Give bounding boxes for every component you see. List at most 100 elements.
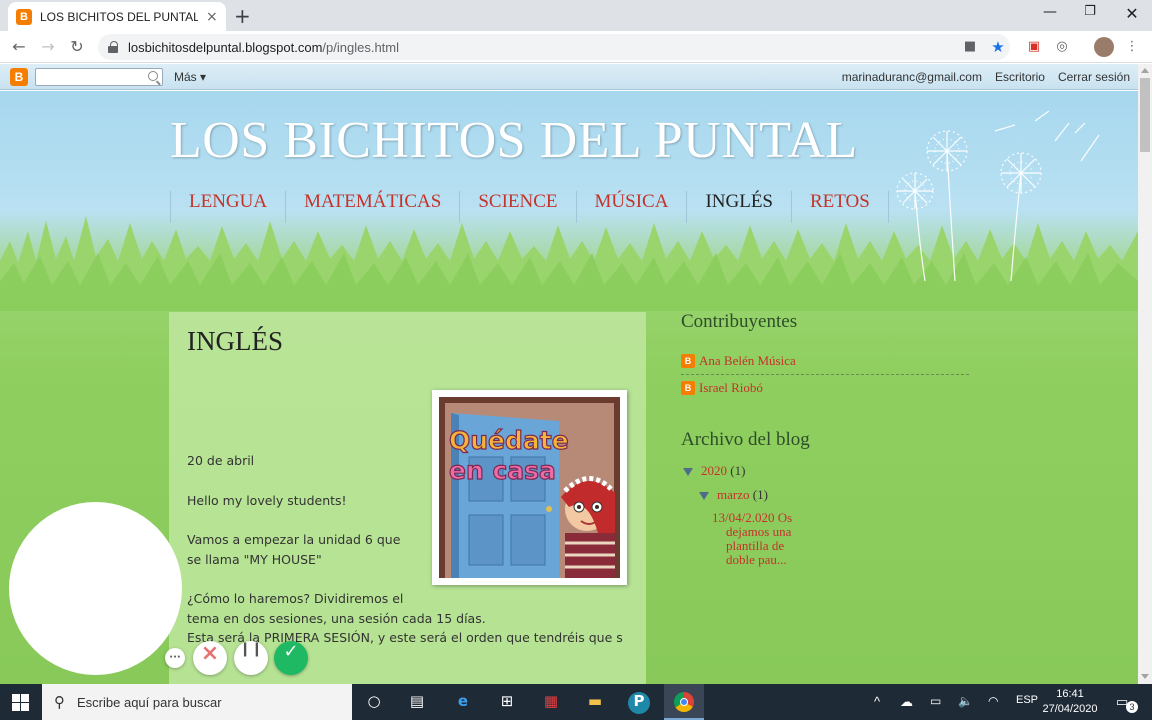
- blogger-profile-icon: B: [681, 353, 695, 368]
- recorder-done-button[interactable]: ✓: [274, 641, 308, 675]
- lock-icon: [108, 41, 118, 53]
- wifi-icon[interactable]: ◠: [988, 694, 998, 708]
- expand-triangle-icon[interactable]: [699, 492, 709, 501]
- url-path: /p/ingles.html: [322, 39, 399, 55]
- tray-expand-icon[interactable]: ^: [874, 694, 880, 709]
- archive-entry-line[interactable]: dejamos una: [712, 525, 822, 539]
- chrome-taskbar-button[interactable]: [664, 684, 704, 720]
- contributors-heading: Contribuyentes: [681, 311, 798, 332]
- webcam-bubble[interactable]: [9, 502, 182, 675]
- battery-icon[interactable]: ▭: [930, 694, 941, 708]
- tab-musica[interactable]: MÚSICA: [575, 191, 687, 223]
- extension-save-icon[interactable]: ▣: [1026, 39, 1042, 55]
- store-icon[interactable]: ⊞: [496, 692, 518, 714]
- minimize-icon[interactable]: —: [1040, 4, 1060, 24]
- notification-count-badge: 3: [1126, 701, 1138, 713]
- archive-entry-line[interactable]: 13/04/2.020 Os: [712, 511, 822, 525]
- blogger-logo-icon[interactable]: B: [10, 68, 28, 86]
- post-paragraph-unit: Vamos a empezar la unidad 6 que se llama…: [187, 532, 401, 567]
- restore-icon[interactable]: ❐: [1080, 4, 1100, 24]
- scroll-down-arrow-icon[interactable]: [1141, 674, 1149, 679]
- archive-month-count: (1): [752, 487, 768, 502]
- blog-search-input[interactable]: [35, 68, 163, 86]
- browser-tab[interactable]: B LOS BICHITOS DEL PUNTAL: INGLÉS ×: [8, 2, 226, 31]
- scroll-thumb[interactable]: [1140, 78, 1150, 152]
- post-greeting: Hello my lovely students!: [187, 492, 347, 508]
- archive-year[interactable]: 2020 (1): [683, 463, 971, 479]
- archive-year-link[interactable]: 2020: [701, 463, 727, 478]
- desk-link[interactable]: Escritorio: [995, 70, 1045, 84]
- reload-icon[interactable]: ↻: [66, 36, 88, 58]
- browser-toolbar: ← → ↻ losbichitosdelpuntal.blogspot.com …: [0, 31, 1152, 63]
- archive-month-link[interactable]: marzo: [717, 487, 749, 502]
- sidebar: Contribuyentes B Ana Belén Música B Isra…: [681, 311, 971, 567]
- post-plan-line-2: tema en dos sesiones, una sesión cada 15…: [187, 610, 486, 626]
- windows-taskbar: ⚲ Escribe aquí para buscar ○ ▤ e ⊞ ▦ ▬ P…: [0, 684, 1152, 720]
- tab-ingles[interactable]: INGLÉS: [686, 191, 791, 223]
- address-bar[interactable]: losbichitosdelpuntal.blogspot.com /p/ing…: [98, 34, 1010, 60]
- bookmark-star-icon[interactable]: ★: [990, 39, 1006, 55]
- chrome-icon: [674, 692, 694, 712]
- profile-avatar[interactable]: [1094, 37, 1114, 57]
- tab-retos[interactable]: RETOS: [791, 191, 889, 223]
- blog-title[interactable]: LOS BICHITOS DEL PUNTAL: [170, 111, 858, 170]
- archive-entry-line[interactable]: doble pau...: [712, 553, 822, 567]
- tab-close-icon[interactable]: ×: [206, 9, 218, 25]
- taskbar-search-placeholder: Escribe aquí para buscar: [77, 694, 222, 710]
- recorder-pause-button[interactable]: ❙❙: [234, 641, 268, 675]
- contributor-item[interactable]: B Israel Riobó: [681, 374, 969, 401]
- tab-lengua[interactable]: LENGUA: [170, 191, 285, 223]
- volume-icon[interactable]: 🔈: [958, 694, 973, 708]
- scroll-up-arrow-icon[interactable]: [1141, 68, 1149, 73]
- cortana-icon[interactable]: ○: [363, 692, 385, 714]
- archive-heading: Archivo del blog: [681, 429, 810, 450]
- more-menu[interactable]: Más ▾: [174, 70, 206, 84]
- edge-icon[interactable]: e: [452, 692, 474, 714]
- blog-nav-tabs: LENGUA MATEMÁTICAS SCIENCE MÚSICA INGLÉS…: [170, 191, 889, 223]
- windows-start-icon[interactable]: [12, 694, 29, 711]
- search-icon[interactable]: [148, 71, 158, 81]
- extension-target-icon[interactable]: ◎: [1054, 39, 1070, 55]
- archive-year-count: (1): [730, 463, 746, 478]
- archive-month[interactable]: marzo (1): [699, 487, 971, 503]
- back-arrow-icon[interactable]: ←: [8, 36, 30, 58]
- contributor-name[interactable]: Ana Belén Música: [699, 353, 796, 369]
- contributor-item[interactable]: B Ana Belén Música: [681, 347, 971, 374]
- expand-triangle-icon[interactable]: [683, 468, 693, 477]
- blogger-navbar: B Más ▾ marinaduranc@gmail.com Escritori…: [0, 64, 1138, 90]
- taskbar-clock[interactable]: 16:41 27/04/2020: [1040, 687, 1100, 717]
- browser-tab-strip: B LOS BICHITOS DEL PUNTAL: INGLÉS × + — …: [0, 0, 1152, 31]
- onedrive-icon[interactable]: ☁: [900, 694, 913, 710]
- archive-entry-link[interactable]: 13/04/2.020 Os dejamos una plantilla de …: [712, 511, 822, 567]
- user-email[interactable]: marinaduranc@gmail.com: [842, 70, 982, 84]
- logout-link[interactable]: Cerrar sesión: [1058, 70, 1130, 84]
- tab-matematicas[interactable]: MATEMÁTICAS: [285, 191, 459, 223]
- forward-arrow-icon[interactable]: →: [37, 36, 59, 58]
- tab-title: LOS BICHITOS DEL PUNTAL: INGLÉS: [40, 9, 198, 24]
- page-scrollbar[interactable]: [1138, 64, 1152, 684]
- recorder-more-icon[interactable]: ···: [165, 648, 185, 668]
- taskbar-search-box[interactable]: ⚲ Escribe aquí para buscar: [42, 684, 352, 720]
- taskbar-search-icon: ⚲: [54, 693, 65, 711]
- language-indicator[interactable]: ESP: [1016, 694, 1038, 706]
- post-body: 20 de abril Hello my lovely students! Va…: [187, 451, 627, 648]
- gift-app-icon[interactable]: ▦: [540, 692, 562, 714]
- archive-entry-line[interactable]: plantilla de: [712, 539, 822, 553]
- blogger-favicon-icon: B: [16, 8, 32, 25]
- tab-science[interactable]: SCIENCE: [459, 191, 575, 223]
- clock-date: 27/04/2020: [1042, 703, 1098, 715]
- menu-kebab-icon[interactable]: ⋮: [1124, 39, 1140, 55]
- new-tab-button[interactable]: +: [234, 4, 252, 28]
- camera-icon[interactable]: ■: [962, 39, 978, 55]
- clock-time: 16:41: [1056, 688, 1084, 700]
- post-title: INGLÉS: [187, 326, 283, 356]
- contributor-name[interactable]: Israel Riobó: [699, 380, 763, 396]
- blogger-profile-icon: B: [681, 381, 695, 395]
- recorder-cancel-button[interactable]: ×: [193, 641, 227, 675]
- task-view-icon[interactable]: ▤: [406, 692, 428, 714]
- post-panel: INGLÉS Quédate en casa 20 de abril Hello…: [169, 312, 646, 684]
- file-explorer-icon[interactable]: ▬: [584, 692, 606, 714]
- post-date: 20 de abril: [187, 453, 255, 468]
- window-close-icon[interactable]: ✕: [1122, 4, 1142, 24]
- pearson-app-icon[interactable]: P: [628, 692, 650, 714]
